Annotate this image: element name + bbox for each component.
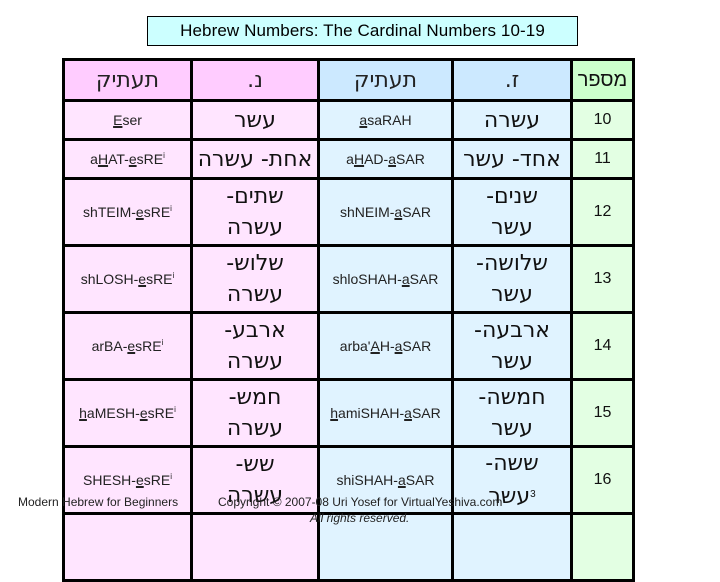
table-row: Eser עשר asaRAH עשרה 10 — [62, 99, 635, 141]
masculine-hebrew-cell: חמשה- עשר — [451, 378, 573, 448]
masculine-translit-cell: aHAD-aSAR — [317, 138, 454, 180]
masculine-hebrew-cell: ארבעה- עשר — [451, 311, 573, 381]
feminine-translit-cell: shLOSH-esREi — [62, 244, 193, 314]
header-masculine: ז. — [451, 58, 573, 102]
masculine-translit-cell: asaRAH — [317, 99, 454, 141]
feminine-translit-cell: shTEIM-esREi — [62, 177, 193, 247]
masculine-hebrew-cell: עשרה — [451, 99, 573, 141]
number-cell: 12 — [570, 177, 635, 247]
feminine-hebrew-cell: ארבע- עשרה — [190, 311, 320, 381]
number-cell: 13 — [570, 244, 635, 314]
empty-cell — [451, 512, 573, 582]
feminine-translit-cell: aHAT-esREi — [62, 138, 193, 180]
empty-cell — [570, 512, 635, 582]
page-title: Hebrew Numbers: The Cardinal Numbers 10-… — [147, 16, 578, 46]
copyright-notice: Copyright © 2007-08 Uri Yosef for Virtua… — [218, 495, 503, 509]
empty-cell — [190, 512, 320, 582]
number-cell: 11 — [570, 138, 635, 180]
empty-cell — [62, 512, 193, 582]
feminine-hebrew-cell: חמש- עשרה — [190, 378, 320, 448]
header-masculine-translit: תעתיק — [317, 58, 454, 102]
masculine-translit-cell: arba'AH-aSAR — [317, 311, 454, 381]
masculine-hebrew-cell: שנים- עשר — [451, 177, 573, 247]
feminine-hebrew-cell: אחת- עשרה — [190, 138, 320, 180]
feminine-translit-cell: arBA-esREi — [62, 311, 193, 381]
feminine-hebrew-cell: שלוש- עשרה — [190, 244, 320, 314]
feminine-hebrew-cell: עשר — [190, 99, 320, 141]
masculine-translit-cell: hamiSHAH-aSAR — [317, 378, 454, 448]
masculine-hebrew-cell: אחד- עשר — [451, 138, 573, 180]
table-row: shTEIM-esREi שתים- עשרה shNEIM-aSAR שנים- עשר… — [62, 177, 635, 247]
number-cell: 10 — [570, 99, 635, 141]
table-row: shLOSH-esREi שלוש- עשרה shloSHAH-aSAR שלושה-… — [62, 244, 635, 314]
masculine-translit-cell: shloSHAH-aSAR — [317, 244, 454, 314]
course-name: Modern Hebrew for Beginners — [18, 495, 179, 509]
header-feminine: נ. — [190, 58, 320, 102]
masculine-translit-cell: shNEIM-aSAR — [317, 177, 454, 247]
table-row: arBA-esREi ארבע- עשרה arba'AH-aSAR ארבעה- עשר… — [62, 311, 635, 381]
number-cell: 14 — [570, 311, 635, 381]
table-row: haMESH-esREi חמש- עשרה hamiSHAH-aSAR חמשה- עש… — [62, 378, 635, 448]
header-row: תעתיק נ. תעתיק ז. מספר — [62, 58, 635, 102]
header-number: מספר — [570, 58, 635, 102]
feminine-translit-cell: haMESH-esREi — [62, 378, 193, 448]
masculine-hebrew-cell: שלושה- עשר — [451, 244, 573, 314]
header-feminine-translit: תעתיק — [62, 58, 193, 102]
number-cell: 16 — [570, 445, 635, 515]
feminine-hebrew-cell: שתים- עשרה — [190, 177, 320, 247]
number-cell: 15 — [570, 378, 635, 448]
table-row: aHAT-esREi אחת- עשרה aHAD-aSAR אחד- עשר 11 — [62, 138, 635, 180]
rights-notice: All rights reserved. — [310, 511, 410, 525]
feminine-translit-cell: Eser — [62, 99, 193, 141]
